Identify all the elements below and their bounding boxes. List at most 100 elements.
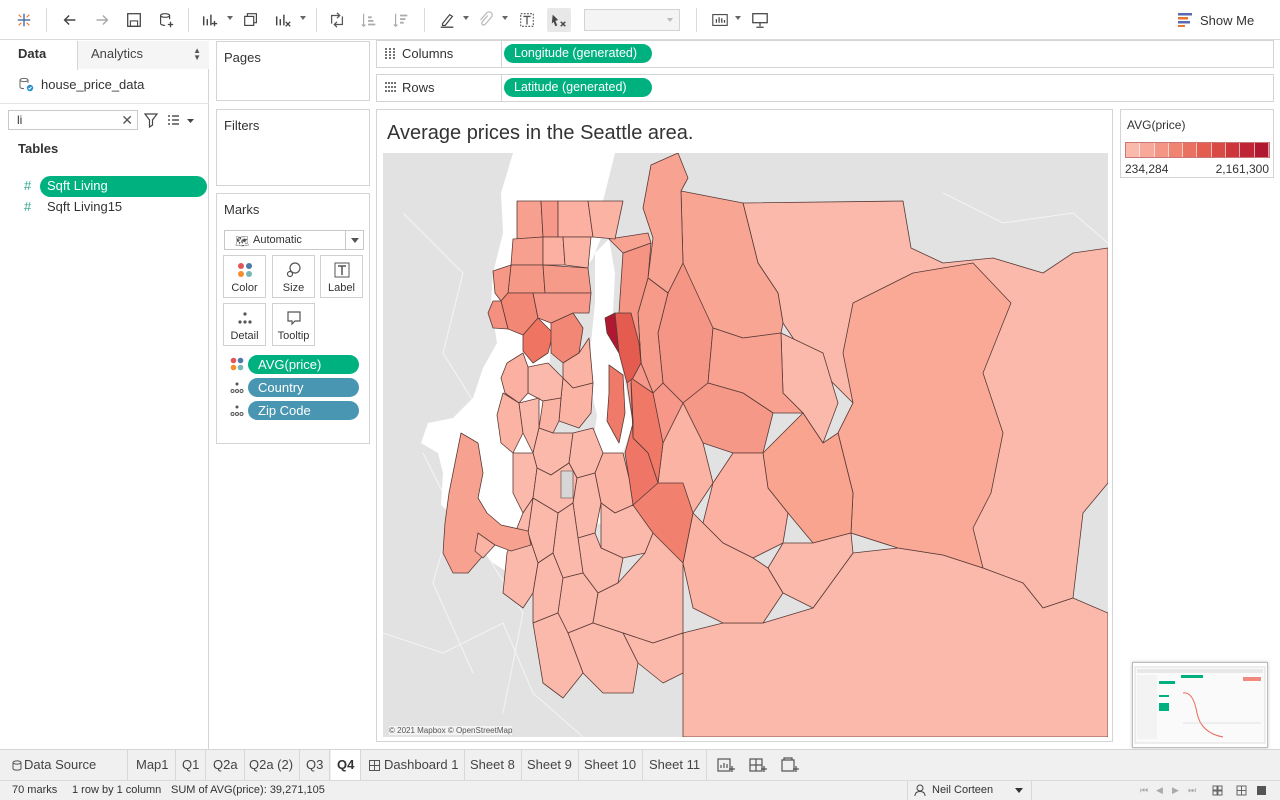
save-icon[interactable]	[122, 8, 146, 32]
fix-axes-icon[interactable]	[547, 8, 571, 32]
new-data-source-icon[interactable]	[154, 8, 178, 32]
columns-shelf[interactable]: Columns Longitude (generated)	[376, 40, 1274, 68]
filmstrip-icon[interactable]	[1236, 785, 1247, 796]
status-bar: 70 marks 1 row by 1 column SUM of AVG(pr…	[0, 780, 1280, 800]
view-title[interactable]: Average prices in the Seattle area.	[387, 122, 693, 145]
tabs-view-icon[interactable]	[1256, 785, 1267, 796]
tab-q1[interactable]: Q1	[176, 750, 207, 780]
redo-icon[interactable]	[90, 8, 114, 32]
new-worksheet-icon[interactable]	[198, 8, 222, 32]
tab-sheet-11[interactable]: Sheet 11	[643, 750, 708, 780]
color-button[interactable]: Color	[223, 255, 266, 298]
detail-label: Detail	[230, 330, 259, 342]
clear-search-icon[interactable]: ✕	[121, 111, 133, 129]
longitude-pill[interactable]: Longitude (generated)	[504, 44, 652, 63]
tooltip-button[interactable]: Tooltip	[272, 303, 315, 346]
new-dashboard-tab-icon[interactable]	[748, 756, 768, 774]
tab-sheet-10[interactable]: Sheet 10	[578, 750, 644, 780]
show-cards-icon[interactable]	[708, 8, 732, 32]
color-legend[interactable]: AVG(price) 234,284 2,161,300	[1120, 109, 1274, 178]
group-members-icon[interactable]	[473, 8, 497, 32]
filters-shelf[interactable]: Filters	[216, 109, 370, 186]
tooltip-label: Tooltip	[277, 330, 310, 342]
chevron-down-icon	[345, 231, 363, 249]
highlight-icon[interactable]	[435, 8, 459, 32]
sheet-sorter-icon[interactable]	[1212, 785, 1223, 796]
data-source-item[interactable]: house_price_data	[18, 75, 144, 93]
map-attribution: © 2021 Mapbox © OpenStreetMap	[389, 726, 513, 735]
tab-map1[interactable]: Map1	[130, 750, 176, 780]
legend-swatch	[1254, 143, 1269, 157]
legend-swatch	[1226, 143, 1241, 157]
avg-price-pill[interactable]: AVG(price)	[248, 355, 359, 374]
tab-dashboard-1[interactable]: Dashboard 1	[362, 750, 466, 780]
tab-data-source[interactable]: Data Source	[4, 750, 128, 780]
tab-q4[interactable]: Q4	[331, 750, 362, 780]
tableau-logo-icon[interactable]	[12, 8, 36, 32]
presentation-mode-icon[interactable]	[748, 8, 772, 32]
field-sqft-living15[interactable]: # Sqft Living15	[18, 197, 208, 218]
updown-arrows-icon: ▲ ▼	[193, 46, 201, 62]
fit-dropdown[interactable]	[584, 9, 680, 31]
swap-rows-columns-icon[interactable]	[325, 8, 349, 32]
tab-analytics[interactable]: Analytics ▲ ▼	[78, 41, 209, 69]
marks-card: Marks 🗺 Automatic Color Size Label Detai…	[216, 193, 370, 444]
pages-shelf[interactable]: Pages	[216, 41, 370, 101]
tab-analytics-label: Analytics	[91, 46, 144, 61]
filter-icon[interactable]	[144, 112, 158, 128]
sum-info: SUM of AVG(price): 39,271,105	[171, 784, 325, 796]
new-worksheet-tab-icon[interactable]	[716, 756, 736, 774]
legend-swatch	[1168, 143, 1184, 157]
measure-icon: #	[24, 199, 32, 214]
tab-sheet-8[interactable]: Sheet 8	[464, 750, 522, 780]
detail-encoding-icon	[230, 405, 244, 416]
legend-swatch	[1183, 143, 1198, 157]
data-pane: Data Analytics ▲ ▼ house_price_data li ✕ …	[0, 41, 209, 749]
last-sheet-icon[interactable]: ⏭	[1188, 785, 1198, 795]
latitude-pill[interactable]: Latitude (generated)	[504, 78, 652, 97]
view-options-icon[interactable]	[166, 113, 196, 127]
previous-sheet-icon[interactable]: ◀	[1156, 785, 1166, 795]
legend-swatch	[1240, 143, 1255, 157]
tab-q2a[interactable]: Q2a	[207, 750, 245, 780]
field-sqft-living[interactable]: # Sqft Living	[18, 176, 208, 197]
mark-type-dropdown[interactable]: 🗺 Automatic	[224, 230, 364, 250]
columns-icon	[385, 48, 395, 60]
size-label: Size	[282, 282, 305, 294]
label-button[interactable]: Label	[320, 255, 363, 298]
detail-button[interactable]: Detail	[223, 303, 266, 346]
size-button[interactable]: Size	[272, 255, 315, 298]
dashboard-thumbnail[interactable]	[1132, 662, 1268, 748]
new-story-tab-icon[interactable]	[780, 756, 800, 774]
field-label: Sqft Living	[47, 178, 108, 193]
legend-max: 2,161,300	[1215, 162, 1269, 176]
user-menu[interactable]: Neil Corteen	[907, 781, 1032, 800]
tab-q3[interactable]: Q3	[300, 750, 331, 780]
clear-sheet-icon[interactable]	[271, 8, 295, 32]
undo-icon[interactable]	[58, 8, 82, 32]
sheet-tab-bar: Data Source Map1 Q1 Q2a Q2a (2) Q3 Q4 Da…	[0, 749, 1280, 780]
data-source-tab-icon	[12, 760, 22, 771]
legend-swatch	[1197, 143, 1212, 157]
field-search-input[interactable]: li ✕	[8, 110, 138, 130]
first-sheet-icon[interactable]: ⏮	[1140, 785, 1150, 795]
user-icon	[914, 784, 926, 797]
toolbar: Show Me	[0, 0, 1280, 40]
sort-ascending-icon[interactable]	[357, 8, 381, 32]
tab-q2a-2[interactable]: Q2a (2)	[243, 750, 301, 780]
tab-sheet-9[interactable]: Sheet 9	[521, 750, 579, 780]
measure-icon: #	[24, 178, 32, 193]
country-pill[interactable]: Country	[248, 378, 359, 397]
legend-swatch	[1211, 143, 1227, 157]
sort-descending-icon[interactable]	[389, 8, 413, 32]
mark-type-value: Automatic	[253, 234, 302, 246]
zip-code-pill[interactable]: Zip Code	[248, 401, 359, 420]
tab-data[interactable]: Data	[0, 41, 78, 70]
duplicate-sheet-icon[interactable]	[239, 8, 263, 32]
color-icon	[237, 263, 252, 277]
show-mark-labels-icon[interactable]	[515, 8, 539, 32]
rows-shelf[interactable]: Rows Latitude (generated)	[376, 74, 1274, 102]
next-sheet-icon[interactable]: ▶	[1172, 785, 1182, 795]
show-me-button[interactable]: Show Me	[1178, 10, 1254, 30]
filled-map[interactable]: © 2021 Mapbox © OpenStreetMap	[383, 153, 1108, 737]
